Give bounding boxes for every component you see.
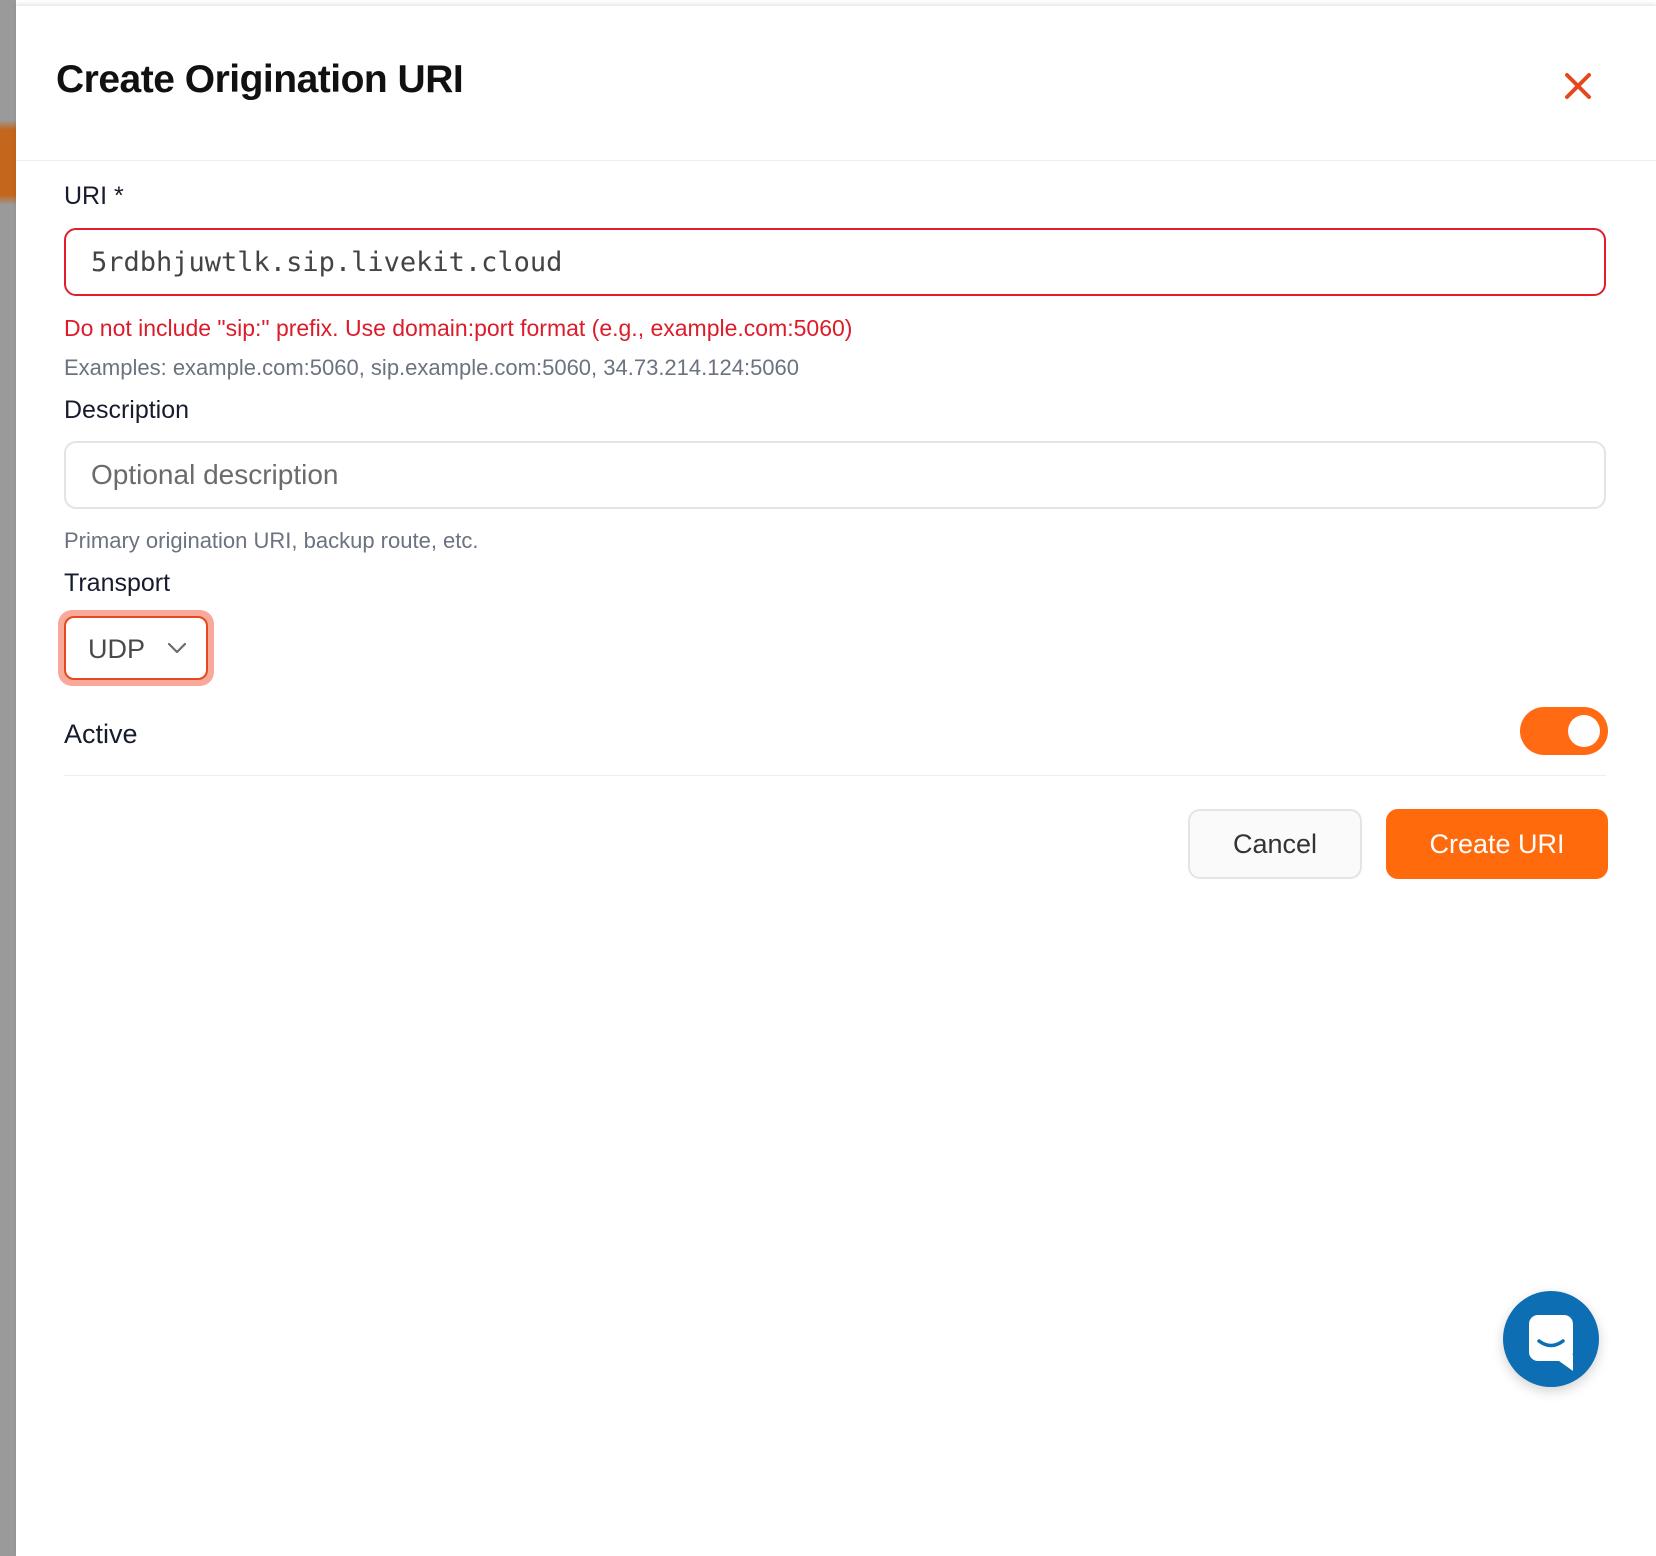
close-button[interactable] <box>1556 64 1600 108</box>
uri-label: URI * <box>64 182 124 210</box>
cancel-button[interactable]: Cancel <box>1188 809 1362 879</box>
uri-input[interactable] <box>64 228 1606 296</box>
active-label: Active <box>64 719 138 749</box>
chat-icon <box>1529 1315 1573 1371</box>
chat-launcher-button[interactable] <box>1503 1291 1599 1387</box>
description-input[interactable] <box>64 441 1606 509</box>
create-origination-uri-dialog: Create Origination URI URI * Do not incl… <box>16 6 1656 1556</box>
uri-helper-text: Examples: example.com:5060, sip.example.… <box>64 355 800 380</box>
chevron-down-icon <box>167 642 187 654</box>
transport-select-focus-ring: UDP <box>58 610 214 686</box>
create-uri-button[interactable]: Create URI <box>1386 809 1608 879</box>
modal-header: Create Origination URI <box>16 6 1656 161</box>
description-label: Description <box>64 396 190 424</box>
active-toggle[interactable] <box>1520 707 1608 755</box>
transport-label: Transport <box>64 569 171 597</box>
toggle-knob <box>1568 715 1600 747</box>
page-backdrop <box>0 0 16 1556</box>
modal-title: Create Origination URI <box>56 58 464 101</box>
divider <box>64 775 1606 776</box>
description-helper-text: Primary origination URI, backup route, e… <box>64 528 479 553</box>
transport-select-value: UDP <box>88 634 146 664</box>
uri-error-message: Do not include "sip:" prefix. Use domain… <box>64 315 853 341</box>
close-icon <box>1565 73 1591 99</box>
transport-select[interactable]: UDP <box>64 616 208 680</box>
